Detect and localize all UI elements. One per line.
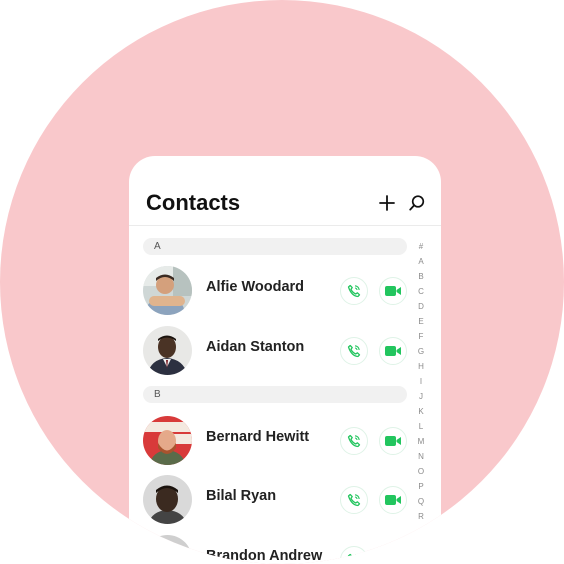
video-call-button[interactable]: [379, 486, 407, 514]
app-header: Contacts: [129, 156, 441, 226]
call-button[interactable]: [340, 337, 368, 365]
video-call-button[interactable]: [379, 277, 407, 305]
search-icon: [409, 195, 425, 211]
alphabet-letter[interactable]: B: [412, 269, 430, 284]
plus-icon: [379, 195, 395, 211]
contact-row[interactable]: Brandon Andrew: [129, 535, 419, 564]
phone-screen: Contacts A Alfie Woodard Aidan Stanton B…: [129, 156, 441, 564]
alphabet-letter[interactable]: I: [412, 374, 430, 389]
contact-row[interactable]: Aidan Stanton: [129, 326, 419, 376]
alphabet-letter[interactable]: R: [412, 509, 430, 524]
video-call-button[interactable]: [379, 546, 407, 564]
alphabet-letter[interactable]: M: [412, 434, 430, 449]
contact-name: Bernard Hewitt: [206, 429, 310, 445]
alphabet-letter[interactable]: P: [412, 479, 430, 494]
avatar: [143, 535, 192, 564]
avatar: [143, 266, 192, 315]
section-letter: A: [154, 241, 161, 252]
alphabet-letter[interactable]: C: [412, 284, 430, 299]
call-button[interactable]: [340, 486, 368, 514]
video-camera-icon: [385, 495, 401, 505]
avatar: [143, 416, 192, 465]
alphabet-letter[interactable]: #: [412, 239, 430, 254]
contact-name: Bilal Ryan: [206, 488, 277, 504]
call-button[interactable]: [340, 427, 368, 455]
call-button[interactable]: [340, 277, 368, 305]
video-camera-icon: [385, 555, 401, 564]
video-camera-icon: [385, 346, 401, 356]
alphabet-letter[interactable]: Q: [412, 494, 430, 509]
video-camera-icon: [385, 286, 401, 296]
alphabet-letter[interactable]: H: [412, 359, 430, 374]
alphabet-letter[interactable]: D: [412, 299, 430, 314]
phone-icon: [347, 434, 361, 448]
add-contact-button[interactable]: [376, 192, 398, 214]
alphabet-letter[interactable]: N: [412, 449, 430, 464]
alphabet-letter[interactable]: O: [412, 464, 430, 479]
alphabet-letter[interactable]: L: [412, 419, 430, 434]
alphabet-letter[interactable]: F: [412, 329, 430, 344]
alphabet-index[interactable]: # A B C D E F G H I J K L M N O P Q R: [412, 239, 430, 524]
alphabet-letter[interactable]: J: [412, 389, 430, 404]
call-button[interactable]: [340, 546, 368, 564]
section-letter: B: [154, 389, 161, 400]
contact-row[interactable]: Alfie Woodard: [129, 266, 419, 316]
contact-name: Alfie Woodard: [206, 279, 305, 295]
video-camera-icon: [385, 436, 401, 446]
alphabet-letter[interactable]: G: [412, 344, 430, 359]
alphabet-letter[interactable]: A: [412, 254, 430, 269]
video-call-button[interactable]: [379, 337, 407, 365]
avatar: [143, 326, 192, 375]
background-circle: Contacts A Alfie Woodard Aidan Stanton B…: [0, 0, 564, 564]
page-title: Contacts: [146, 190, 241, 215]
contact-row[interactable]: Bernard Hewitt: [129, 416, 419, 466]
phone-icon: [347, 284, 361, 298]
phone-icon: [347, 553, 361, 564]
contact-name: Brandon Andrew: [206, 548, 323, 564]
phone-icon: [347, 344, 361, 358]
search-button[interactable]: [406, 192, 428, 214]
section-header-b: B: [143, 386, 407, 403]
video-call-button[interactable]: [379, 427, 407, 455]
section-header-a: A: [143, 238, 407, 255]
phone-icon: [347, 493, 361, 507]
contact-name: Aidan Stanton: [206, 339, 305, 355]
contact-row[interactable]: Bilal Ryan: [129, 475, 419, 525]
alphabet-letter[interactable]: E: [412, 314, 430, 329]
avatar: [143, 475, 192, 524]
alphabet-letter[interactable]: K: [412, 404, 430, 419]
